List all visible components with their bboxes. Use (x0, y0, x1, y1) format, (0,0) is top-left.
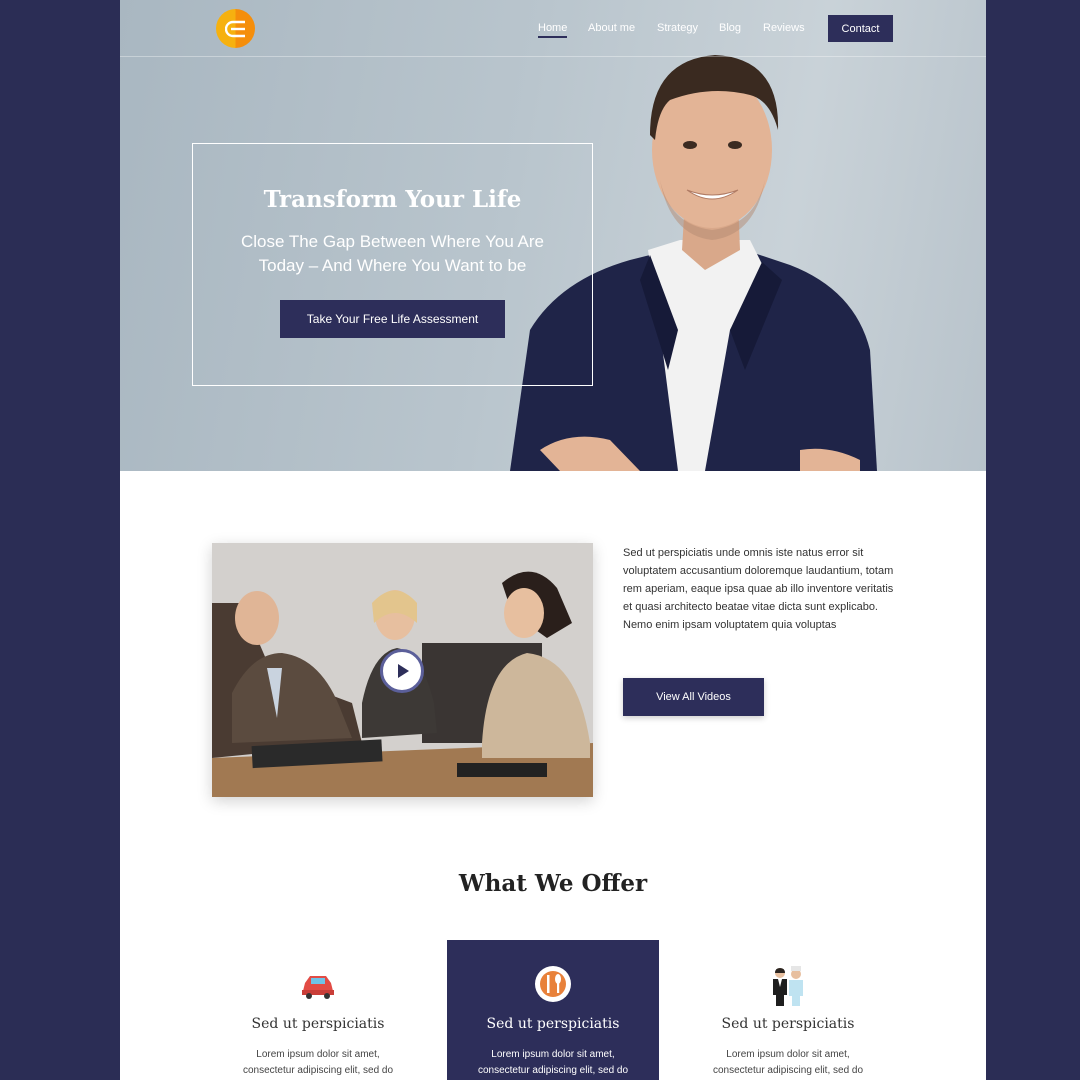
card-text: Lorem ipsum dolor sit amet, consectetur … (212, 1047, 424, 1079)
offer-card[interactable]: Sed ut perspiciatis Lorem ipsum dolor si… (682, 940, 894, 1080)
hero-subtitle: Close The Gap Between Where You Are Toda… (213, 230, 572, 278)
card-title: Sed ut perspiciatis (721, 1016, 855, 1032)
hero-subtitle-line1: Close The Gap Between Where You Are (240, 232, 545, 251)
hero-subtitle-line2: Today – And Where You Want to be (258, 256, 527, 275)
card-text: Lorem ipsum dolor sit amet, consectetur … (447, 1047, 659, 1079)
card-icon-wrapper (447, 965, 659, 1003)
hero-section: Home About me Strategy Blog Reviews Cont… (120, 0, 986, 471)
offer-card[interactable]: Sed ut perspiciatis Lorem ipsum dolor si… (212, 940, 424, 1080)
nav-divider (120, 56, 986, 57)
card-icon-wrapper (212, 965, 424, 1003)
card-text: Lorem ipsum dolor sit amet, consectetur … (682, 1047, 894, 1079)
nav-item-reviews[interactable]: Reviews (763, 22, 805, 34)
card-text-line2: consectetur adipiscing elit, sed do (242, 1065, 394, 1076)
card-text-line1: Lorem ipsum dolor sit amet, (491, 1049, 615, 1060)
card-text-line2: consectetur adipiscing elit, sed do (477, 1065, 629, 1076)
card-text-line1: Lorem ipsum dolor sit amet, (726, 1049, 850, 1060)
card-icon-wrapper (682, 965, 894, 1006)
video-thumbnail[interactable] (212, 543, 593, 797)
play-button[interactable] (380, 649, 424, 693)
nav-item-home[interactable]: Home (538, 22, 568, 38)
free-assessment-button[interactable]: Take Your Free Life Assessment (280, 300, 505, 338)
page: Home About me Strategy Blog Reviews Cont… (120, 0, 986, 1080)
card-text-line2: consectetur adipiscing elit, sed do (712, 1065, 864, 1076)
nav-item-blog[interactable]: Blog (719, 22, 741, 34)
card-text-line1: Lorem ipsum dolor sit amet, (256, 1049, 380, 1060)
card-title: Sed ut perspiciatis (486, 1016, 620, 1032)
nav-item-strategy[interactable]: Strategy (657, 22, 698, 34)
staff-icon (773, 966, 803, 1006)
car-icon (302, 976, 334, 999)
contact-button[interactable]: Contact (828, 15, 893, 42)
video-description: Sed ut perspiciatis unde omnis iste natu… (623, 547, 894, 631)
nav-item-about-me[interactable]: About me (588, 22, 635, 34)
hero-title: Transform Your Life (263, 186, 522, 213)
offer-title: What We Offer (458, 870, 648, 897)
cutlery-icon (535, 966, 571, 1002)
card-title: Sed ut perspiciatis (251, 1016, 385, 1032)
offer-card-highlighted[interactable]: Sed ut perspiciatis Lorem ipsum dolor si… (447, 940, 659, 1080)
hero-callout: Transform Your Life Close The Gap Betwee… (192, 143, 593, 386)
play-icon (398, 664, 409, 678)
view-all-videos-button[interactable]: View All Videos (623, 678, 764, 716)
